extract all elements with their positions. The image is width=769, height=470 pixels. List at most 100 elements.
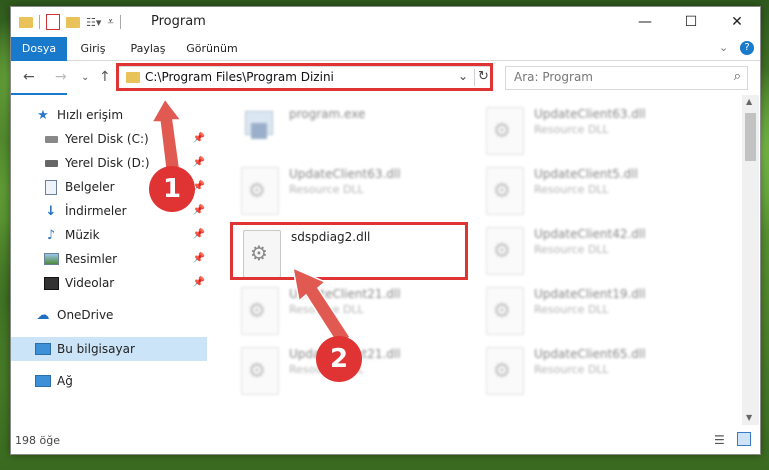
file-item[interactable]: ⚙ UpdateClient19.dll Resource DLL: [486, 287, 716, 347]
up-arrow-icon[interactable]: ↑: [99, 69, 111, 85]
file-item[interactable]: ⚙ UpdateClient5.dll Resource DLL: [486, 167, 716, 227]
sidebar-item-label: Yerel Disk (D:): [65, 156, 150, 170]
view-toggle-icon[interactable]: ☷▾: [86, 16, 101, 29]
file-item[interactable]: ⚙ UpdateClient21.dll Resource DLL: [241, 287, 471, 347]
file-item[interactable]: ⚙ UpdateClient63.dll Resource DLL: [241, 167, 471, 227]
gear-icon: ⚙: [248, 298, 266, 322]
file-name: UpdateClient5.dll: [534, 167, 638, 181]
sidebar-item-label: OneDrive: [57, 308, 114, 322]
large-icons-view-icon[interactable]: [737, 432, 751, 446]
maximize-button[interactable]: ☐: [668, 7, 714, 37]
pin-icon: 📌: [192, 157, 205, 168]
sidebar-item-music[interactable]: ♪ Müzik 📌: [11, 223, 207, 247]
back-arrow-icon[interactable]: ←: [23, 69, 35, 85]
tab-giris[interactable]: Giriş: [71, 37, 115, 60]
sidebar-item-label: Resimler: [65, 252, 118, 266]
folder-icon[interactable]: [19, 16, 33, 28]
tab-paylas[interactable]: Paylaş: [123, 37, 173, 60]
new-folder-icon[interactable]: [66, 16, 80, 28]
sidebar-item-label: Hızlı erişim: [57, 108, 124, 122]
window-title: Program: [151, 14, 206, 29]
cloud-icon: ☁: [36, 307, 50, 323]
file-item[interactable]: ⚙ UpdateClient65.dll Resource DLL: [486, 347, 716, 407]
customize-toolbar-icon[interactable]: ⩡: [107, 15, 113, 29]
step-1-badge: 1: [149, 166, 195, 212]
pin-icon: 📌: [192, 253, 205, 264]
file-name: UpdateClient19.dll: [534, 287, 646, 301]
help-icon[interactable]: ?: [740, 41, 754, 55]
sidebar-item-quick-access[interactable]: ★ Hızlı erişim: [11, 103, 207, 127]
search-box[interactable]: Ara: Program ⌕: [505, 66, 748, 90]
sidebar-item-onedrive[interactable]: ☁ OneDrive: [11, 303, 207, 327]
forward-arrow-icon[interactable]: →: [55, 69, 67, 85]
file-name: UpdateClient63.dll: [534, 107, 646, 121]
sidebar-item-label: Videolar: [65, 276, 115, 290]
recent-locations-icon[interactable]: ⌄: [81, 72, 89, 83]
vertical-scrollbar[interactable]: ▲ ▼: [742, 95, 759, 425]
scroll-down-icon[interactable]: ▼: [746, 413, 752, 422]
dll-file-icon: ⚙: [241, 347, 279, 395]
sidebar-item-network[interactable]: Ağ: [11, 369, 207, 393]
file-name: program.exe: [289, 107, 366, 121]
gear-icon: ⚙: [248, 358, 266, 382]
file-item-program-exe[interactable]: program.exe: [241, 107, 471, 167]
star-icon: ★: [37, 107, 49, 123]
tab-gorunum[interactable]: Görünüm: [181, 37, 243, 60]
gear-icon: ⚙: [493, 358, 511, 382]
gear-icon: ⚙: [248, 178, 266, 202]
search-input[interactable]: Ara: Program: [514, 70, 593, 84]
file-item[interactable]: ⚙ UpdateClient42.dll Resource DLL: [486, 227, 716, 287]
sidebar-item-videos[interactable]: Videolar 📌: [11, 271, 207, 295]
exe-icon: [241, 107, 277, 143]
close-button[interactable]: ✕: [714, 7, 760, 37]
sidebar-item-this-pc[interactable]: Bu bilgisayar: [11, 337, 207, 361]
file-description: Resource DLL: [534, 243, 609, 256]
item-count: 198 öğe: [15, 434, 60, 447]
gear-icon: ⚙: [493, 178, 511, 202]
gear-icon: ⚙: [493, 238, 511, 262]
file-highlight-box: [230, 222, 468, 280]
videos-icon: [43, 275, 59, 291]
scrollbar-thumb[interactable]: [745, 113, 756, 161]
drive-icon: [43, 131, 59, 147]
pin-icon: 📌: [192, 229, 205, 240]
dll-file-icon: ⚙: [241, 167, 279, 215]
file-description: Resource DLL: [534, 363, 609, 376]
quick-access-toolbar: ☷▾ ⩡: [19, 13, 127, 31]
gear-icon: ⚙: [493, 118, 511, 142]
file-item[interactable]: ⚙ UpdateClient63.dll Resource DLL: [486, 107, 716, 167]
sidebar-item-pictures[interactable]: Resimler 📌: [11, 247, 207, 271]
file-description: Resource DLL: [534, 303, 609, 316]
pin-icon: 📌: [192, 133, 205, 144]
file-description: Resource DLL: [534, 123, 609, 136]
dll-file-icon: ⚙: [486, 287, 524, 335]
dll-file-icon: ⚙: [486, 107, 524, 155]
file-description: Resource DLL: [289, 183, 364, 196]
dll-file-icon: ⚙: [486, 347, 524, 395]
file-description: Resource DLL: [534, 183, 609, 196]
step-2-badge: 2: [316, 336, 362, 382]
file-description: Resource DLL: [289, 303, 364, 316]
pictures-icon: [43, 251, 59, 267]
properties-icon[interactable]: [46, 14, 60, 30]
download-icon: ↓: [45, 203, 57, 219]
sidebar-item-label: Müzik: [65, 228, 100, 242]
ribbon-tabs: Dosya Giriş Paylaş Görünüm ⌄ ?: [11, 37, 760, 97]
minimize-button[interactable]: —: [622, 7, 668, 37]
file-name: UpdateClient42.dll: [534, 227, 646, 241]
dll-file-icon: ⚙: [241, 287, 279, 335]
file-name: UpdateClient21.dll: [289, 287, 401, 301]
status-bar: 198 öğe ☰: [11, 427, 760, 453]
separator: [39, 15, 40, 29]
dll-file-icon: ⚙: [486, 167, 524, 215]
documents-icon: [43, 179, 59, 195]
sidebar-item-local-disk-c[interactable]: Yerel Disk (C:) 📌: [11, 127, 207, 151]
drive-icon: [43, 155, 59, 171]
address-highlight-box: [116, 63, 493, 91]
scroll-up-icon[interactable]: ▲: [746, 97, 752, 106]
search-icon[interactable]: ⌕: [734, 69, 741, 84]
expand-ribbon-icon[interactable]: ⌄: [719, 41, 728, 54]
file-name: UpdateClient63.dll: [289, 167, 401, 181]
sidebar-item-label: Ağ: [57, 374, 73, 388]
details-view-icon[interactable]: ☰: [714, 433, 725, 447]
